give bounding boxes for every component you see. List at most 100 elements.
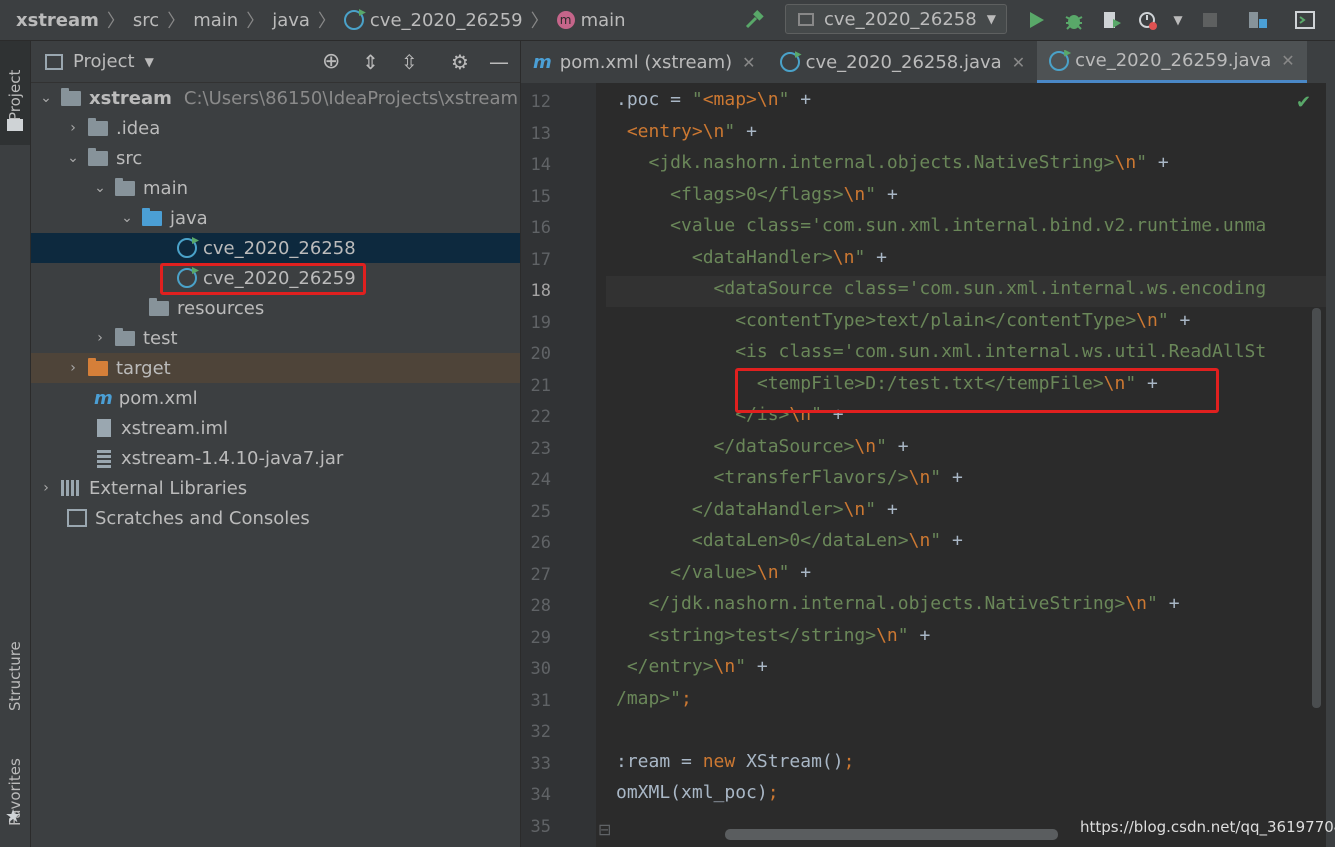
tree-item-jar[interactable]: xstream-1.4.10-java7.jar xyxy=(31,443,520,473)
close-icon[interactable]: ✕ xyxy=(1012,53,1025,72)
code-token: + xyxy=(941,530,963,551)
java-class-icon xyxy=(343,10,364,30)
breadcrumb-class[interactable]: cve_2020_26259 xyxy=(343,9,523,31)
terminal-icon[interactable] xyxy=(1293,8,1317,32)
chevron-down-icon: ⌄ xyxy=(94,180,106,196)
star-icon: ★ xyxy=(5,806,22,827)
code-token: " xyxy=(778,561,790,583)
tree-item-label: External Libraries xyxy=(89,477,248,499)
code-token: <is class='com.sun.xml.internal.ws.util.… xyxy=(616,341,1267,362)
project-view-icon xyxy=(45,53,63,70)
no-problems-check-icon[interactable]: ✔ xyxy=(1296,92,1311,113)
locate-crosshair-icon[interactable]: ⊕ xyxy=(322,49,340,74)
build-hammer-icon[interactable] xyxy=(742,8,766,32)
breadcrumb-java[interactable]: java xyxy=(272,10,310,31)
horizontal-scrollbar[interactable] xyxy=(725,829,1058,840)
close-icon[interactable]: ✕ xyxy=(742,53,755,72)
run-config-icon xyxy=(798,12,814,26)
code-token: ; xyxy=(843,750,855,772)
project-structure-icon[interactable] xyxy=(1246,8,1270,32)
line-number: 31 xyxy=(530,690,551,711)
code-token: \n xyxy=(908,530,931,551)
tree-item-scratches[interactable]: Scratches and Consoles xyxy=(31,503,520,533)
iml-file-icon xyxy=(97,419,111,437)
stop-icon[interactable] xyxy=(1198,8,1222,32)
code-token: " xyxy=(778,89,790,110)
line-number: 25 xyxy=(530,501,551,522)
tree-item-pom[interactable]: m pom.xml xyxy=(31,383,520,413)
tree-item-label: test xyxy=(143,327,178,349)
tab-cve-2020-26258[interactable]: cve_2020_26258.java ✕ xyxy=(768,41,1038,83)
code-token: + xyxy=(908,624,931,646)
vertical-scrollbar[interactable] xyxy=(1312,308,1321,708)
collapse-all-icon[interactable]: ⇳ xyxy=(401,50,418,74)
structure-tool-tab[interactable]: Structure xyxy=(0,601,30,711)
code-token: \n xyxy=(713,656,736,677)
code-token: :ream = xyxy=(616,750,703,772)
project-panel-title[interactable]: Project xyxy=(73,51,135,72)
structure-tool-tab-label: Structure xyxy=(6,641,24,711)
run-icon[interactable] xyxy=(1024,8,1048,32)
debug-bug-icon[interactable] xyxy=(1062,8,1086,32)
project-panel-header: Project ▼ ⊕ ⇕ ⇳ ⚙ — xyxy=(31,41,520,83)
tree-item-target[interactable]: › target xyxy=(31,353,520,383)
maven-icon: m xyxy=(94,387,113,409)
project-tool-tab[interactable]: Project xyxy=(0,41,30,145)
line-number: 26 xyxy=(530,533,551,553)
code-token: \n xyxy=(843,498,866,520)
breadcrumb-src[interactable]: src xyxy=(133,10,159,31)
code-line: </entry>\n" + xyxy=(616,656,768,677)
tab-cve-2020-26259[interactable]: cve_2020_26259.java ✕ xyxy=(1037,41,1307,83)
watermark: https://blog.csdn.net/qq_36197704 xyxy=(1080,818,1335,836)
code-line: </dataHandler>\n" + xyxy=(616,499,898,520)
breadcrumb-project[interactable]: xstream xyxy=(16,10,99,31)
tree-item-label: cve_2020_26258 xyxy=(203,237,356,259)
code-token: " xyxy=(1136,152,1148,173)
folder-icon xyxy=(88,147,108,166)
folder-icon xyxy=(7,119,23,131)
code-line: <jdk.nashorn.internal.objects.NativeStri… xyxy=(616,152,1169,173)
dropdown-arrow-icon[interactable]: ▼ xyxy=(145,55,154,69)
minimize-icon[interactable]: — xyxy=(489,50,509,74)
breadcrumb-main[interactable]: main xyxy=(193,10,238,31)
tree-item-xstream[interactable]: ⌄ xstream C:\Users\86150\IdeaProjects\xs… xyxy=(31,83,520,113)
tree-item-idea[interactable]: › .idea xyxy=(31,113,520,143)
tree-item-iml[interactable]: xstream.iml xyxy=(31,413,520,443)
close-icon[interactable]: ✕ xyxy=(1281,51,1294,70)
more-run-dropdown-icon[interactable]: ▼ xyxy=(1166,8,1190,32)
code-token: " xyxy=(865,498,877,520)
coverage-icon[interactable] xyxy=(1100,8,1124,32)
breadcrumb-class-label: cve_2020_26259 xyxy=(369,9,523,31)
tree-item-label: target xyxy=(116,357,171,379)
code-line: omXML(xml_poc); xyxy=(616,782,779,803)
code-token: \n xyxy=(843,183,866,205)
tree-item-test[interactable]: › test xyxy=(31,323,520,353)
code-token: \n xyxy=(1136,309,1158,331)
fold-marker-icon[interactable]: ⊟ xyxy=(598,820,611,839)
code-token: " xyxy=(854,246,866,268)
code-token: \n xyxy=(832,246,855,268)
tree-item-cve-2020-26258[interactable]: cve_2020_26258 xyxy=(31,233,520,263)
gear-icon[interactable]: ⚙ xyxy=(451,50,469,74)
expand-all-icon[interactable]: ⇕ xyxy=(362,50,379,74)
tree-item-resources[interactable]: resources xyxy=(31,293,520,323)
profiler-icon[interactable] xyxy=(1136,8,1160,32)
code-token: \n xyxy=(756,561,779,583)
chevron-right-icon: 〉 xyxy=(167,11,186,32)
project-panel: Project ▼ ⊕ ⇕ ⇳ ⚙ — ⌄ xstream C:\Users\8… xyxy=(31,41,520,847)
code-line: <dataLen>0</dataLen>\n" + xyxy=(616,530,963,551)
tree-item-src[interactable]: ⌄ src xyxy=(31,143,520,173)
tree-item-external-libraries[interactable]: › External Libraries xyxy=(31,473,520,503)
line-number: 32 xyxy=(530,722,551,742)
code-token: </dataSource> xyxy=(616,435,855,457)
code-token: <map> xyxy=(702,89,757,110)
folder-icon xyxy=(115,177,135,196)
code-token: XStream() xyxy=(746,750,844,772)
code-token: + xyxy=(1157,593,1180,614)
run-config-dropdown[interactable]: cve_2020_26258 ▼ xyxy=(785,4,1007,34)
code-editor[interactable]: .poc = "<map>\n" + <entry>\n" + <jdk.nas… xyxy=(596,83,1326,830)
tab-pom-xml[interactable]: m pom.xml (xstream) ✕ xyxy=(521,41,768,83)
breadcrumb-method[interactable]: m main xyxy=(556,10,626,31)
tree-item-main[interactable]: ⌄ main xyxy=(31,173,520,203)
tree-item-java[interactable]: ⌄ java xyxy=(31,203,520,233)
